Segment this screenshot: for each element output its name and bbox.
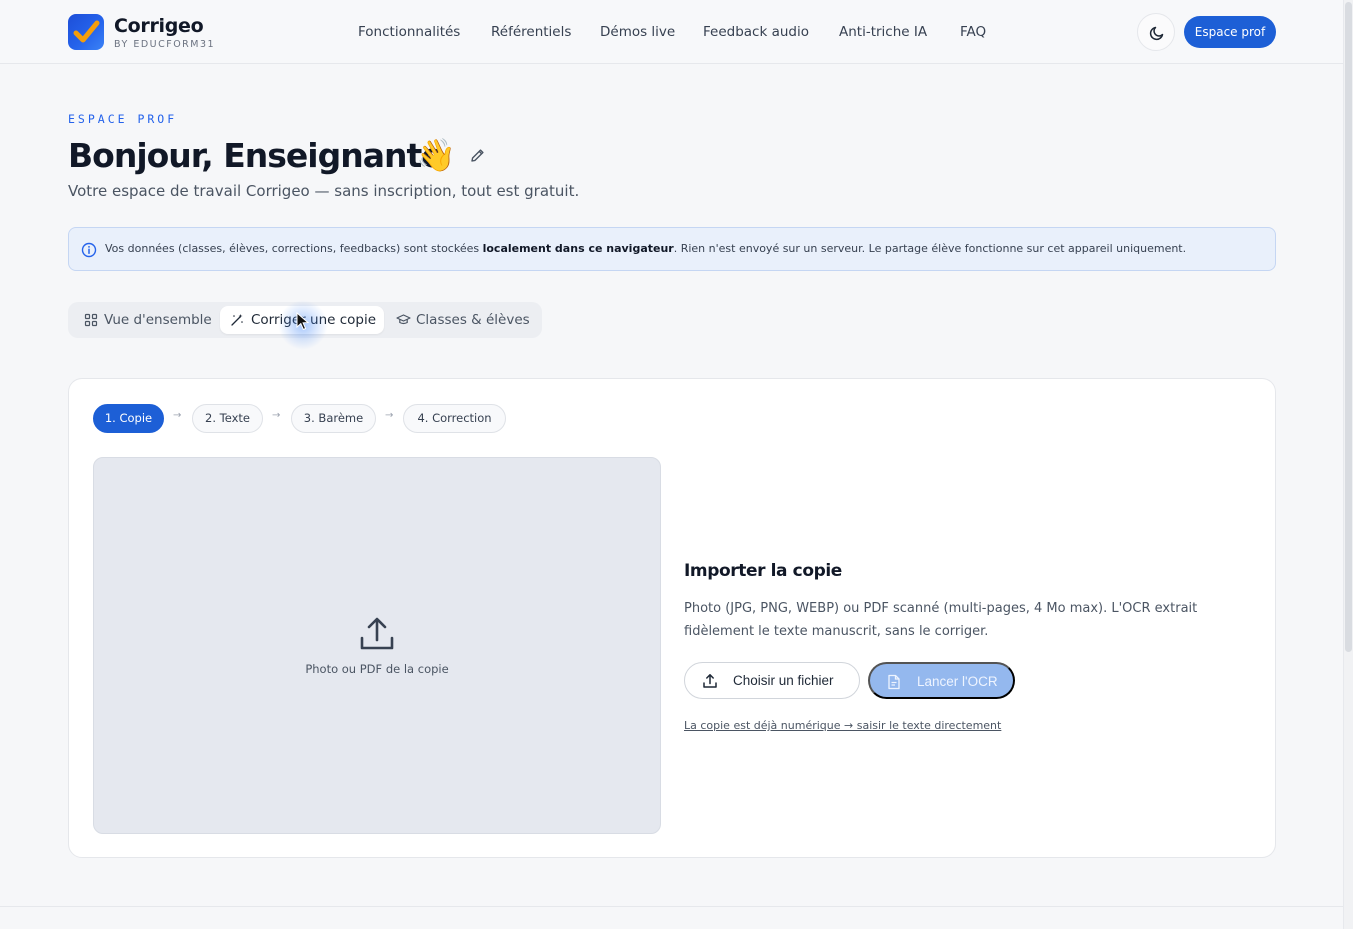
info-banner-text: Vos données (classes, élèves, correction… bbox=[105, 242, 1187, 255]
footer-divider bbox=[0, 906, 1343, 907]
nav-link-demos-live[interactable]: Démos live bbox=[600, 24, 675, 40]
nav-link-fonctionnalites[interactable]: Fonctionnalités bbox=[358, 24, 460, 40]
info-icon bbox=[81, 242, 97, 258]
dropzone-label: Photo ou PDF de la copie bbox=[305, 662, 449, 676]
tab-label: Vue d'ensemble bbox=[104, 312, 212, 328]
waving-hand-icon: 👋 bbox=[416, 136, 456, 174]
step-separator: → bbox=[272, 410, 281, 421]
tab-label: Classes & élèves bbox=[416, 312, 530, 328]
upload-icon bbox=[703, 674, 717, 688]
info-banner-bold-text: localement dans ce navigateur bbox=[482, 242, 674, 255]
step-separator: → bbox=[173, 410, 182, 421]
file-dropzone[interactable]: Photo ou PDF de la copie bbox=[93, 457, 661, 834]
moon-icon bbox=[1149, 26, 1164, 41]
upload-icon bbox=[360, 617, 394, 650]
scrollbar-thumb[interactable] bbox=[1345, 2, 1352, 652]
nav-link-referentiels[interactable]: Référentiels bbox=[491, 24, 571, 40]
import-description: Photo (JPG, PNG, WEBP) ou PDF scanné (mu… bbox=[684, 601, 1198, 639]
correction-card: 1. Copie → 2. Texte → 3. Barème → 4. Cor… bbox=[68, 378, 1276, 858]
run-ocr-label: Lancer l'OCR bbox=[917, 674, 998, 689]
grid-icon bbox=[84, 313, 98, 327]
espace-prof-button[interactable]: Espace prof bbox=[1184, 16, 1276, 48]
nav-link-anti-triche[interactable]: Anti-triche IA bbox=[839, 24, 927, 40]
local-storage-info-banner: Vos données (classes, élèves, correction… bbox=[68, 227, 1276, 271]
document-scan-icon bbox=[888, 674, 900, 690]
section-eyebrow: ESPACE PROF bbox=[68, 112, 178, 126]
nav-link-feedback-audio[interactable]: Feedback audio bbox=[703, 24, 809, 40]
graduation-cap-icon bbox=[396, 314, 411, 325]
enter-text-directly-link[interactable]: La copie est déjà numérique → saisir le … bbox=[684, 719, 1001, 732]
step-texte[interactable]: 2. Texte bbox=[192, 404, 263, 433]
choose-file-button[interactable]: Choisir un fichier bbox=[684, 662, 860, 699]
choose-file-label: Choisir un fichier bbox=[733, 673, 834, 688]
page-scrollbar[interactable] bbox=[1343, 0, 1353, 929]
theme-toggle-button[interactable] bbox=[1137, 13, 1175, 51]
mouse-pointer-icon bbox=[296, 312, 310, 331]
nav-link-faq[interactable]: FAQ bbox=[960, 24, 986, 40]
step-correction[interactable]: 4. Correction bbox=[403, 404, 506, 433]
page-title: Bonjour, Enseignante bbox=[68, 136, 444, 175]
step-bareme[interactable]: 3. Barème bbox=[291, 404, 376, 433]
pencil-edit-icon[interactable] bbox=[469, 147, 486, 164]
step-separator: → bbox=[385, 410, 394, 421]
top-navigation-bar: Corrigeo BY EDUCFORM31 Fonctionnalités R… bbox=[0, 0, 1343, 64]
tab-classes-eleves[interactable]: Classes & élèves bbox=[384, 306, 534, 334]
step-copie[interactable]: 1. Copie bbox=[93, 404, 164, 433]
tab-vue-ensemble[interactable]: Vue d'ensemble bbox=[74, 306, 220, 334]
magic-wand-icon bbox=[231, 314, 243, 326]
page-subtitle: Votre espace de travail Corrigeo — sans … bbox=[68, 182, 580, 200]
import-title: Importer la copie bbox=[684, 561, 842, 581]
run-ocr-button[interactable]: Lancer l'OCR bbox=[868, 662, 1015, 699]
